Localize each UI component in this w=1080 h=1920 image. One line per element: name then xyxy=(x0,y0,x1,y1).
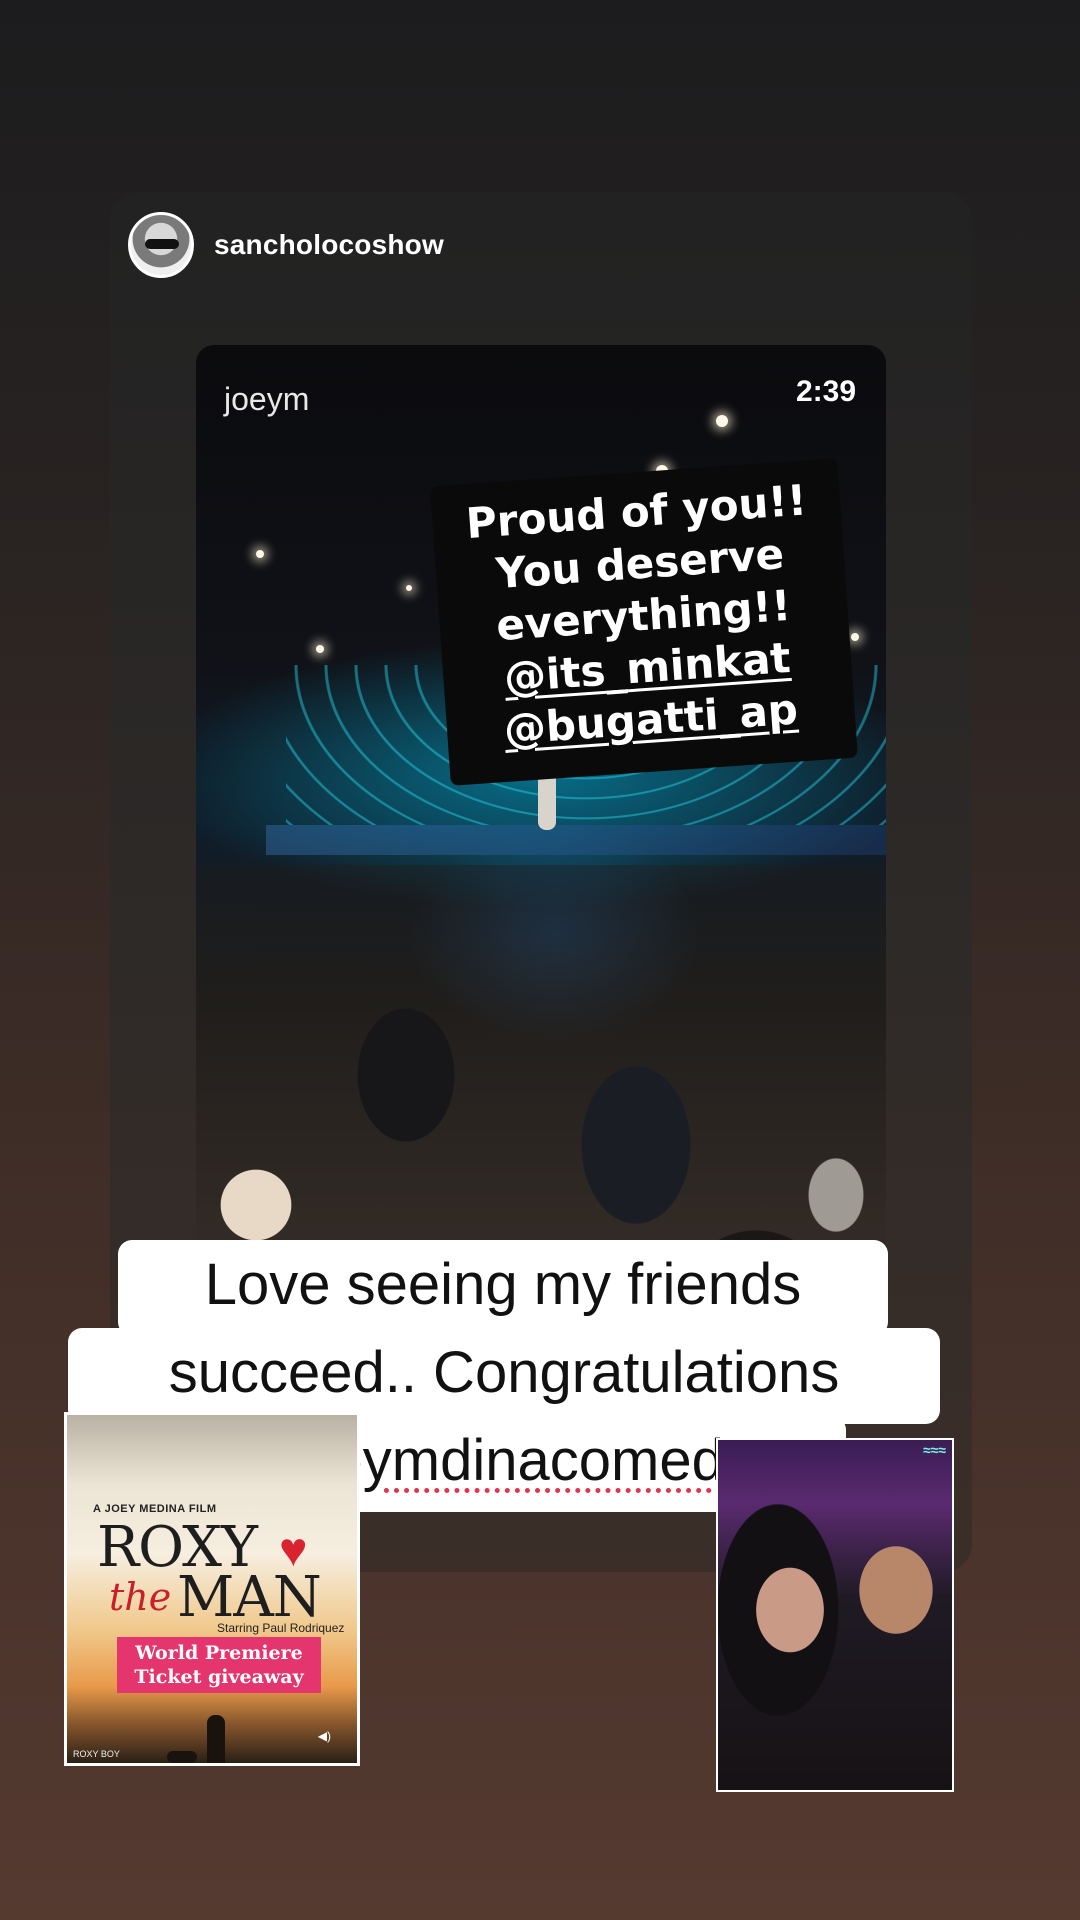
premiere-badge-line-2: Ticket giveaway xyxy=(134,1666,304,1688)
caption-line-2: succeed.. Congratulations xyxy=(68,1328,940,1424)
speaker-icon[interactable]: ◀) xyxy=(318,1729,331,1743)
poster-title-the: the xyxy=(109,1575,172,1619)
poster-credit: A JOEY MEDINA FILM xyxy=(93,1503,217,1515)
selfie-photo-sticker[interactable]: ≈≈≈ xyxy=(716,1438,954,1792)
poster-footer: ROXY BOY xyxy=(73,1749,120,1759)
text-sticker: Proud of you!! You deserve everything!! … xyxy=(430,458,858,786)
user-avatar-icon[interactable] xyxy=(128,212,194,278)
movie-poster-sticker[interactable]: A JOEY MEDINA FILM ROXY ♥ the MAN Starri… xyxy=(64,1412,360,1766)
poster-starring: Starring Paul Rodriquez xyxy=(217,1621,345,1635)
story-username[interactable]: sancholocoshow xyxy=(214,229,444,261)
dog-silhouette xyxy=(167,1751,197,1763)
story-header[interactable]: sancholocoshow xyxy=(128,212,444,278)
video-username: joeym xyxy=(224,381,310,417)
premiere-badge: World Premiere Ticket giveaway xyxy=(117,1637,321,1693)
neon-sign: ≈≈≈ xyxy=(922,1442,946,1458)
caption-line-1: Love seeing my friends xyxy=(118,1240,888,1336)
walking-figure xyxy=(207,1715,225,1763)
stage xyxy=(266,825,886,855)
premiere-badge-line-1: World Premiere xyxy=(135,1642,303,1664)
video-timestamp: 2:39 xyxy=(795,375,856,408)
